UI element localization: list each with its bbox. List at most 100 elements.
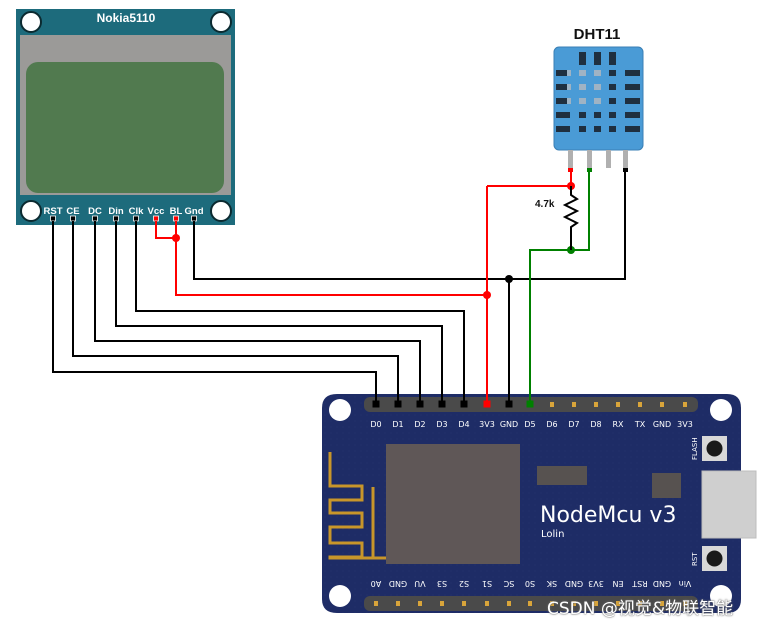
- dht-vent: [594, 70, 601, 76]
- bottom-pin-label: GND: [565, 579, 583, 588]
- nokia-pin-bl[interactable]: [173, 215, 179, 222]
- wire-dc-d2: [94, 221, 421, 404]
- dht-vent: [609, 126, 616, 132]
- nokia-pin-label: Gnd: [185, 206, 204, 217]
- top-pin-label: GND: [653, 420, 671, 429]
- rst-button-cap[interactable]: [706, 550, 723, 567]
- mount-hole-icon: [210, 200, 232, 222]
- top-pin-label: RX: [612, 420, 624, 429]
- mount-hole-icon: [20, 11, 42, 33]
- bottom-pin-label: EN: [612, 579, 623, 588]
- dht-vent: [567, 98, 571, 104]
- dht-vent: [625, 126, 640, 132]
- bottom-pin-label: S0: [525, 579, 535, 588]
- nokia-pin-label: RST: [44, 206, 63, 217]
- mount-hole-icon: [710, 399, 732, 421]
- dht11-leg-data: [587, 150, 592, 170]
- wire-dht-vcc: [487, 170, 572, 187]
- bottom-pin-label: A0: [371, 579, 382, 588]
- pin-s1[interactable]: [485, 601, 489, 606]
- bottom-pin-label: S2: [459, 579, 469, 588]
- nokia-pin-gnd[interactable]: [191, 215, 197, 222]
- dht-vent: [594, 84, 601, 90]
- pin-gnd[interactable]: [396, 601, 400, 606]
- nokia-pin-vcc[interactable]: [153, 215, 159, 222]
- nokia-pin-rst[interactable]: [50, 215, 56, 222]
- nokia-pin-din[interactable]: [113, 215, 119, 222]
- nodemcu-title: NodeMcu v3: [540, 503, 676, 528]
- pin-d7[interactable]: [572, 402, 576, 407]
- pin-3v3[interactable]: [683, 402, 687, 407]
- wire-rst-d0: [52, 221, 377, 404]
- pullup-resistor: 4.7k: [535, 186, 580, 250]
- nokia-pin-label: Clk: [129, 206, 145, 217]
- dht-vent: [556, 126, 570, 132]
- dht11-leg-gnd: [623, 150, 628, 170]
- bottom-pin-label: RST: [632, 579, 648, 588]
- top-pin-label: D0: [370, 420, 381, 429]
- bottom-pin-label: Vin: [679, 579, 692, 588]
- nokia-pin-ce[interactable]: [70, 215, 76, 222]
- dht-vent: [594, 112, 601, 118]
- nokia-pin-dc[interactable]: [92, 215, 98, 222]
- pin-tx[interactable]: [638, 402, 642, 407]
- top-pin-label: D3: [436, 420, 447, 429]
- dht-vent: [594, 98, 601, 104]
- dht-vent: [579, 84, 586, 90]
- dht-vent: [579, 70, 586, 76]
- top-pin-label: D4: [458, 420, 469, 429]
- lcd-screen: [26, 62, 224, 193]
- nokia-pin-label: BL: [170, 206, 183, 217]
- top-pin-label: D2: [414, 420, 425, 429]
- pin-s0[interactable]: [528, 601, 532, 606]
- component-chip: [652, 473, 681, 498]
- pin-s3[interactable]: [440, 601, 444, 606]
- nodemcu-subtitle: Lolin: [541, 529, 564, 540]
- esp8266-chip: [386, 444, 520, 564]
- top-pin-label: D5: [524, 420, 535, 429]
- dht-vent: [556, 112, 570, 118]
- top-pin-label: TX: [634, 420, 646, 429]
- top-pin-label: D7: [568, 420, 579, 429]
- nokia-pin-label: Vcc: [148, 206, 165, 217]
- dht-vent: [625, 98, 640, 104]
- junction-dot: [505, 275, 513, 283]
- dht11-leg-vcc: [568, 150, 573, 170]
- bottom-pin-label: GND: [653, 579, 671, 588]
- dht-vent: [625, 70, 640, 76]
- wire-bl-3v3: [175, 221, 487, 296]
- dht-vent: [609, 52, 616, 65]
- pin-d6[interactable]: [550, 402, 554, 407]
- nokia-pin-label: DC: [88, 206, 102, 217]
- mount-hole-icon: [329, 585, 351, 607]
- pin-sc[interactable]: [507, 601, 511, 606]
- pin-vu[interactable]: [418, 601, 422, 606]
- resistor-label: 4.7k: [535, 199, 555, 210]
- bottom-pin-label: 3V3: [588, 579, 604, 588]
- usb-port: [701, 470, 757, 539]
- dht-vent: [579, 112, 586, 118]
- dht-vent: [579, 52, 586, 65]
- nokia5110-module: Nokia5110 RST CE DC Din Clk Vcc BL Gnd: [16, 9, 235, 225]
- junction-dot: [483, 291, 491, 299]
- nokia-pin-clk[interactable]: [133, 215, 139, 222]
- flash-label: FLASH: [691, 437, 699, 460]
- mount-hole-icon: [20, 200, 42, 222]
- nokia-pin-label: Din: [108, 206, 124, 217]
- pin-a0[interactable]: [374, 601, 378, 606]
- flash-button-cap[interactable]: [706, 440, 723, 457]
- pin-gnd[interactable]: [660, 402, 664, 407]
- pin-rx[interactable]: [616, 402, 620, 407]
- wire-clk-d4: [135, 221, 465, 404]
- dht-vent: [594, 126, 601, 132]
- watermark: CSDN @视觉&物联智能: [547, 599, 734, 619]
- top-pin-label: 3V3: [479, 420, 495, 429]
- dht-vent: [609, 84, 616, 90]
- bottom-pin-label: S3: [437, 579, 447, 588]
- resistor-icon: [562, 186, 580, 250]
- pin-s2[interactable]: [462, 601, 466, 606]
- dht-vent: [594, 52, 601, 65]
- dht11-sensor: DHT11: [553, 26, 644, 170]
- rst-label: RST: [691, 552, 699, 566]
- pin-d8[interactable]: [594, 402, 598, 407]
